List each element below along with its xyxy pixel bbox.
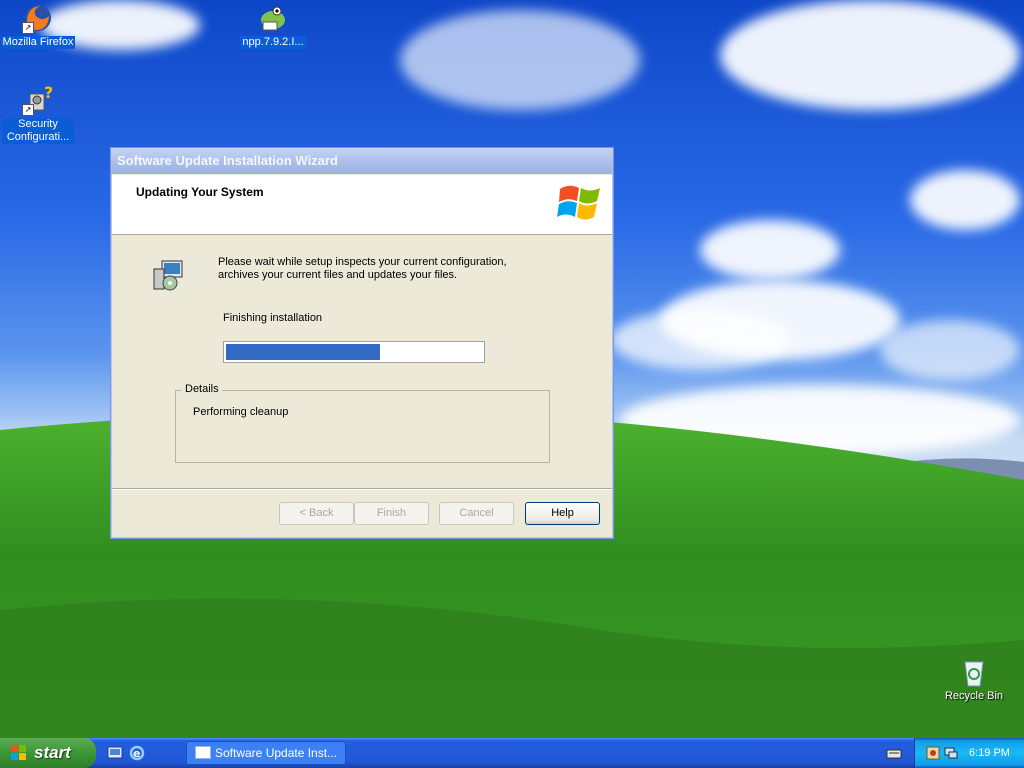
help-button[interactable]: Help <box>525 502 600 525</box>
installation-wizard-window[interactable]: Software Update Installation Wizard Upda… <box>110 147 614 539</box>
desktop-icon-security-config[interactable]: ? ↗ Security Configurati... <box>0 83 76 144</box>
progress-bar <box>223 341 485 363</box>
windows-logo-icon <box>557 185 600 220</box>
progress-fill <box>226 344 380 360</box>
taskbar-button-wizard[interactable]: Software Update Inst... <box>186 741 346 765</box>
wizard-message: Please wait while setup inspects your cu… <box>218 256 507 281</box>
cancel-button[interactable]: Cancel <box>439 502 514 525</box>
window-icon <box>195 746 211 759</box>
clock[interactable]: 6:19 PM <box>969 738 1010 768</box>
button-separator <box>112 488 612 490</box>
wizard-body: Please wait while setup inspects your cu… <box>112 235 612 485</box>
desktop-icon-label: Mozilla Firefox <box>0 36 76 49</box>
taskbar-button-label: Software Update Inst... <box>215 746 338 760</box>
recycle-bin-icon <box>958 656 990 688</box>
windows-flag-icon <box>11 745 26 760</box>
taskbar: start e Software Update Inst... 6:19 PM <box>0 738 1024 768</box>
desktop-icon-label: Recycle Bin <box>944 690 1004 702</box>
details-group: Details Performing cleanup <box>175 383 550 463</box>
desktop-icon-notepadpp[interactable]: npp.7.9.2.I... <box>235 2 311 49</box>
show-desktop-icon[interactable] <box>106 744 124 762</box>
desktop-icon-label: Security Configurati... <box>2 118 74 144</box>
desktop-icon-label: npp.7.9.2.I... <box>240 36 306 49</box>
desktop-icon-firefox[interactable]: ↗ Mozilla Firefox <box>0 2 76 49</box>
desktop-icon-recycle-bin[interactable]: Recycle Bin <box>936 656 1012 703</box>
network-icon[interactable] <box>943 745 959 761</box>
finish-button[interactable]: Finish <box>354 502 429 525</box>
details-text: Performing cleanup <box>193 406 289 418</box>
setup-computer-icon <box>153 260 183 291</box>
back-button[interactable]: < Back <box>279 502 354 525</box>
wizard-header-title: Updating Your System <box>136 185 264 199</box>
svg-text:?: ? <box>44 84 53 102</box>
svg-text:e: e <box>133 747 140 760</box>
security-alert-icon[interactable] <box>925 745 941 761</box>
window-title[interactable]: Software Update Installation Wizard <box>111 148 613 174</box>
internet-explorer-icon[interactable]: e <box>128 744 146 762</box>
wizard-header: Updating Your System <box>112 175 612 235</box>
details-legend: Details <box>182 383 222 395</box>
keyboard-icon[interactable] <box>886 745 902 761</box>
start-button[interactable]: start <box>0 738 96 768</box>
security-config-icon: ? ↗ <box>22 83 54 116</box>
progress-status: Finishing installation <box>223 312 323 324</box>
notepadpp-icon <box>257 2 289 34</box>
start-label: start <box>34 743 71 762</box>
system-tray: 6:19 PM <box>914 738 1024 768</box>
firefox-icon: ↗ <box>22 2 54 34</box>
